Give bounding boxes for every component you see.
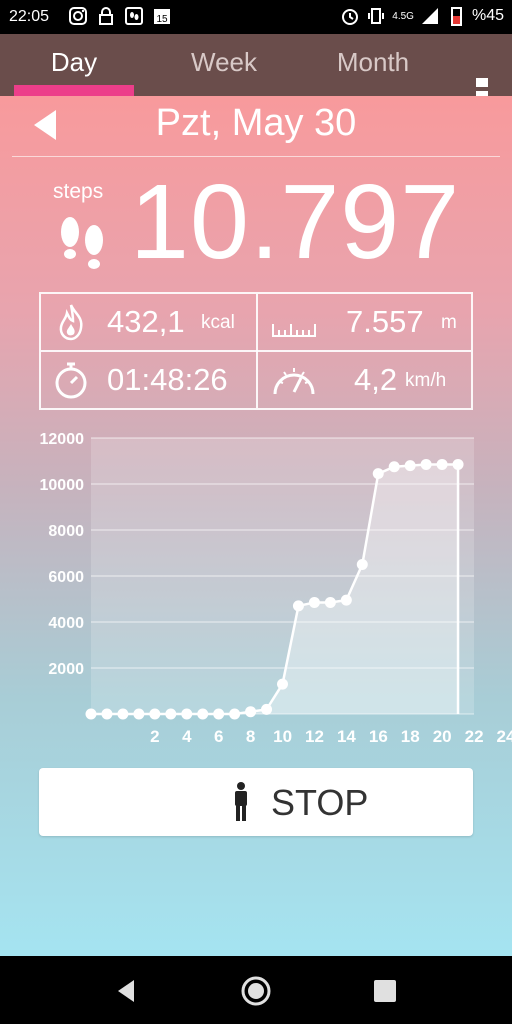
x-tick-label: 14 [337, 727, 356, 746]
chart-point [372, 468, 384, 480]
x-tick-label: 2 [150, 727, 159, 746]
y-tick-label: 6000 [48, 569, 84, 586]
x-tick-label: 18 [401, 727, 420, 746]
back-nav-icon[interactable] [112, 976, 142, 1006]
distance-value: 7.557 [346, 304, 424, 339]
x-tick-label: 6 [214, 727, 223, 746]
svg-text:15: 15 [156, 14, 168, 25]
flame-icon [59, 304, 83, 341]
calories-value: 432,1 [107, 304, 185, 339]
x-tick-label: 20 [433, 727, 452, 746]
stop-button-label: STOP [271, 782, 369, 823]
ruler-icon [272, 324, 316, 337]
steps-app-icon [125, 7, 143, 25]
chart-point [245, 706, 257, 718]
distance-unit: m [441, 312, 457, 333]
duration-cell: 01:48:26 [41, 352, 256, 408]
lock-icon [99, 7, 113, 25]
chart-point [117, 708, 129, 720]
status-bar: 22:05 15 4.5G %45 [0, 0, 512, 34]
x-tick-label: 8 [246, 727, 255, 746]
chart-point [213, 708, 225, 720]
chart-point [133, 708, 145, 720]
chart-point [356, 559, 368, 570]
network-type: 4.5G [392, 10, 414, 22]
date-title: Pzt, May 30 [155, 102, 357, 144]
x-tick-label: 12 [305, 727, 324, 746]
chart-point [277, 678, 288, 690]
chart-point [436, 458, 448, 470]
steps-label: steps [53, 180, 104, 203]
chart-point [292, 600, 304, 612]
distance-cell: 7.557 m [258, 294, 473, 350]
chart-point [308, 596, 320, 608]
chart-point [340, 594, 352, 606]
tab-week[interactable]: Week [164, 34, 284, 96]
steps-chart: 2000 4000 6000 8000 10000 12000 2 4 6 8 10 12 14 16 18… [0, 426, 512, 756]
speed-value: 4,2 [354, 362, 398, 397]
signal-icon [421, 8, 438, 24]
chart-point [404, 460, 416, 472]
stop-button[interactable]: STOP [39, 768, 473, 836]
chart-point [420, 458, 432, 470]
stopwatch-icon [55, 362, 87, 399]
y-tick-label: 8000 [48, 523, 84, 540]
chart-point [229, 708, 241, 720]
y-tick-label: 10000 [40, 477, 85, 494]
chart-point [149, 708, 161, 720]
calories-cell: 432,1 kcal [41, 294, 256, 350]
chart-point [165, 708, 177, 720]
day-content: Pzt, May 30 steps 10.797 432,1 kcal 7.55… [0, 96, 512, 956]
stats-grid: 432,1 kcal 7.557 m 01:48:26 4,2 km/h [39, 292, 473, 410]
chart-point [101, 708, 113, 720]
duration-value: 01:48:26 [107, 362, 228, 397]
y-tick-label: 2000 [48, 661, 84, 678]
date-row: Pzt, May 30 [0, 96, 512, 156]
x-tick-label: 24 [497, 727, 512, 746]
x-tick-label: 16 [369, 727, 388, 746]
speed-unit: km/h [405, 370, 447, 391]
tab-month[interactable]: Month [313, 34, 433, 96]
battery-level: %45 [471, 7, 504, 24]
chart-point [181, 708, 193, 720]
alarm-icon [342, 9, 359, 25]
x-tick-label: 10 [273, 727, 292, 746]
battery-icon [450, 7, 462, 26]
speed-cell: 4,2 km/h [258, 352, 473, 408]
steps-chart-svg: 200040006000800010000120002 4 6 8 10 12 14 16 18… [40, 431, 512, 746]
home-nav-icon[interactable] [241, 976, 271, 1006]
chart-point [452, 458, 464, 470]
calendar-icon: 15 [154, 9, 170, 25]
y-tick-label: 4000 [48, 615, 84, 632]
tab-indicator [14, 85, 134, 96]
calories-unit: kcal [201, 312, 235, 333]
instagram-icon [69, 7, 87, 25]
x-tick-label: 22 [465, 727, 484, 746]
divider [12, 156, 500, 157]
x-tick-label: 4 [182, 727, 192, 746]
speedometer-icon [273, 368, 315, 395]
status-time: 22:05 [9, 8, 50, 25]
y-tick-label: 12000 [40, 431, 85, 448]
person-icon [235, 782, 247, 821]
chart-point [388, 461, 400, 473]
chart-point [85, 708, 97, 720]
chart-point [324, 596, 336, 608]
chart-point [261, 703, 273, 715]
footprints-icon [61, 217, 103, 269]
steps-count: 10.797 [130, 163, 461, 281]
recents-nav-icon[interactable] [370, 976, 400, 1006]
navigation-bar [0, 956, 512, 1024]
vibrate-icon [368, 8, 385, 24]
chart-point [197, 708, 209, 720]
